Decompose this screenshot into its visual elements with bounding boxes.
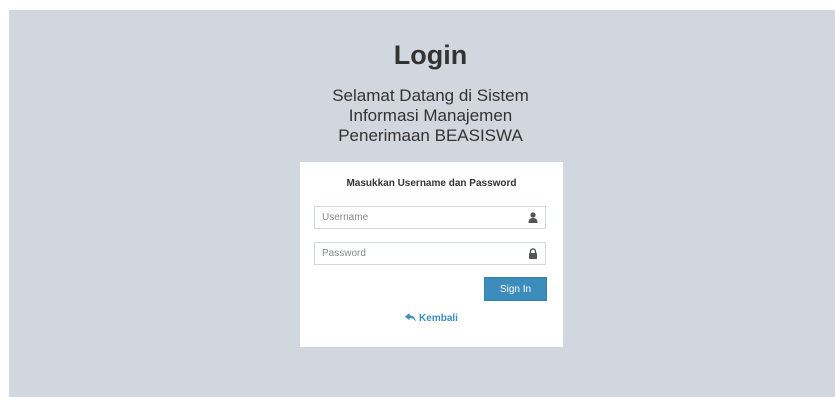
back-link-label: Kembali bbox=[419, 313, 458, 324]
login-page: Login Selamat Datang di Sistem Informasi… bbox=[9, 10, 835, 397]
welcome-line-1: Selamat Datang di Sistem bbox=[332, 86, 529, 105]
sign-in-button[interactable]: Sign In bbox=[484, 277, 547, 301]
back-link[interactable]: Kembali bbox=[300, 313, 563, 324]
page-title: Login bbox=[393, 40, 468, 70]
welcome-line-3: Penerimaan BEASISWA bbox=[338, 126, 523, 145]
welcome-line-2: Informasi Manajemen bbox=[348, 106, 513, 125]
user-icon bbox=[528, 212, 538, 223]
login-box-message: Masukkan Username dan Password bbox=[346, 178, 517, 189]
username-input[interactable] bbox=[315, 207, 522, 228]
welcome-message: Selamat Datang di Sistem Informasi Manaj… bbox=[9, 86, 835, 146]
username-field[interactable] bbox=[314, 206, 546, 229]
lock-icon bbox=[529, 248, 537, 259]
login-box: Masukkan Username dan Password Sign In K… bbox=[300, 162, 563, 347]
password-field[interactable] bbox=[314, 242, 546, 265]
reply-icon bbox=[405, 313, 417, 322]
password-input[interactable] bbox=[315, 243, 522, 264]
